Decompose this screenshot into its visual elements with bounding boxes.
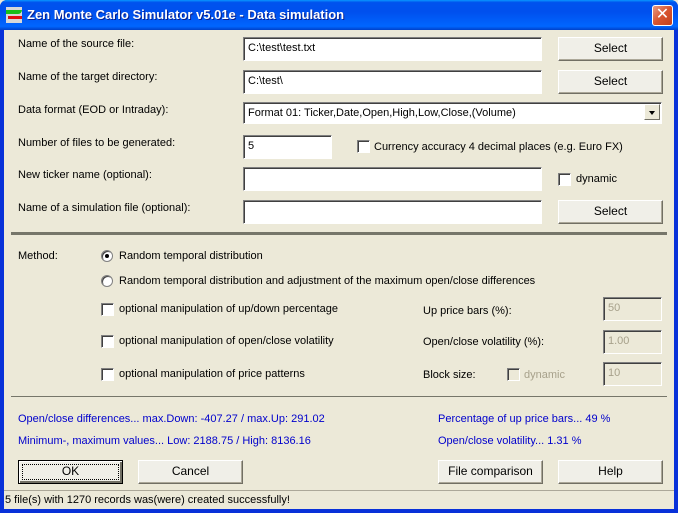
help-button[interactable]: Help — [558, 460, 663, 484]
select-target-dir-label: Select — [593, 74, 628, 88]
simulation-file-input[interactable] — [243, 200, 542, 224]
ok-button[interactable]: OK — [18, 460, 123, 484]
method-radio-adjusted[interactable] — [101, 275, 113, 287]
volatility-manipulation-label: optional manipulation of open/close vola… — [119, 335, 334, 347]
file-comparison-label: File comparison — [448, 464, 533, 478]
target-dir-input[interactable]: C:\test\ — [243, 70, 542, 94]
block-dynamic-label: dynamic — [524, 369, 565, 381]
close-icon: ✕ — [655, 6, 670, 23]
up-price-bars-input[interactable]: 50 — [603, 297, 662, 321]
dialog-window: Zen Monte Carlo Simulator v5.01e - Data … — [0, 0, 678, 513]
method-label: Method: — [18, 250, 58, 262]
block-dynamic-checkbox[interactable] — [507, 368, 520, 381]
radio-selected-dot — [105, 254, 109, 258]
patterns-manipulation-label: optional manipulation of price patterns — [119, 368, 305, 380]
block-size-input[interactable]: 10 — [603, 362, 662, 386]
min-max-values-text: Minimum-, maximum values... Low: 2188.75… — [18, 435, 311, 447]
method-adjusted-label: Random temporal distribution and adjustm… — [119, 275, 536, 287]
cancel-button[interactable]: Cancel — [138, 460, 243, 484]
ticker-name-label: New ticker name (optional): — [18, 169, 152, 181]
volatility-input[interactable]: 1.00 — [603, 330, 662, 354]
source-file-input[interactable]: C:\test\test.txt — [243, 37, 542, 61]
target-dir-label: Name of the target directory: — [18, 71, 158, 83]
volatility-manipulation-checkbox[interactable] — [101, 335, 114, 348]
dialog-client: Name of the source file: C:\test\test.tx… — [4, 30, 674, 509]
close-button[interactable]: ✕ — [652, 5, 673, 26]
status-bar: 5 file(s) with 1270 records was(were) cr… — [4, 490, 674, 509]
file-comparison-button[interactable]: File comparison — [438, 460, 543, 484]
window-title: Zen Monte Carlo Simulator v5.01e - Data … — [27, 7, 345, 22]
updown-manipulation-label: optional manipulation of up/down percent… — [119, 303, 338, 315]
currency-accuracy-checkbox[interactable] — [357, 140, 370, 153]
title-bar[interactable]: Zen Monte Carlo Simulator v5.01e - Data … — [0, 0, 678, 30]
section-divider — [11, 232, 667, 235]
updown-manipulation-checkbox[interactable] — [101, 303, 114, 316]
num-files-label: Number of files to be generated: — [18, 137, 176, 149]
patterns-manipulation-checkbox[interactable] — [101, 368, 114, 381]
select-simulation-file-button[interactable]: Select — [558, 200, 663, 224]
up-price-bars-label: Up price bars (%): — [423, 305, 512, 317]
method-radio-random[interactable] — [101, 250, 113, 262]
ticker-dynamic-label: dynamic — [576, 173, 617, 185]
select-source-file-button[interactable]: Select — [558, 37, 663, 61]
volatility-result-text: Open/close volatility... 1.31 % — [438, 435, 582, 447]
select-simulation-file-label: Select — [593, 204, 628, 218]
help-label: Help — [598, 464, 623, 478]
data-format-select[interactable]: Format 01: Ticker,Date,Open,High,Low,Clo… — [243, 102, 662, 124]
app-chart-icon — [6, 7, 22, 23]
data-format-label: Data format (EOD or Intraday): — [18, 104, 169, 116]
volatility-field-label: Open/close volatility (%): — [423, 336, 545, 348]
ticker-name-input[interactable] — [243, 167, 542, 191]
results-divider — [11, 396, 667, 397]
data-format-value: Format 01: Ticker,Date,Open,High,Low,Clo… — [248, 107, 516, 119]
block-size-label: Block size: — [423, 369, 476, 381]
num-files-input[interactable]: 5 — [243, 135, 332, 159]
simulation-file-label: Name of a simulation file (optional): — [18, 202, 191, 214]
source-file-label: Name of the source file: — [18, 38, 135, 50]
ticker-dynamic-checkbox[interactable] — [558, 173, 571, 186]
currency-accuracy-label: Currency accuracy 4 decimal places (e.g.… — [374, 141, 623, 153]
chevron-down-icon[interactable] — [644, 104, 660, 120]
method-random-label: Random temporal distribution — [119, 250, 263, 262]
cancel-label: Cancel — [171, 464, 210, 478]
up-percentage-text: Percentage of up price bars... 49 % — [438, 413, 611, 425]
select-source-file-label: Select — [593, 41, 628, 55]
open-close-differences-text: Open/close differences... max.Down: -407… — [18, 413, 325, 425]
select-target-dir-button[interactable]: Select — [558, 70, 663, 94]
status-text: 5 file(s) with 1270 records was(were) cr… — [5, 494, 290, 506]
ok-label: OK — [61, 464, 80, 478]
